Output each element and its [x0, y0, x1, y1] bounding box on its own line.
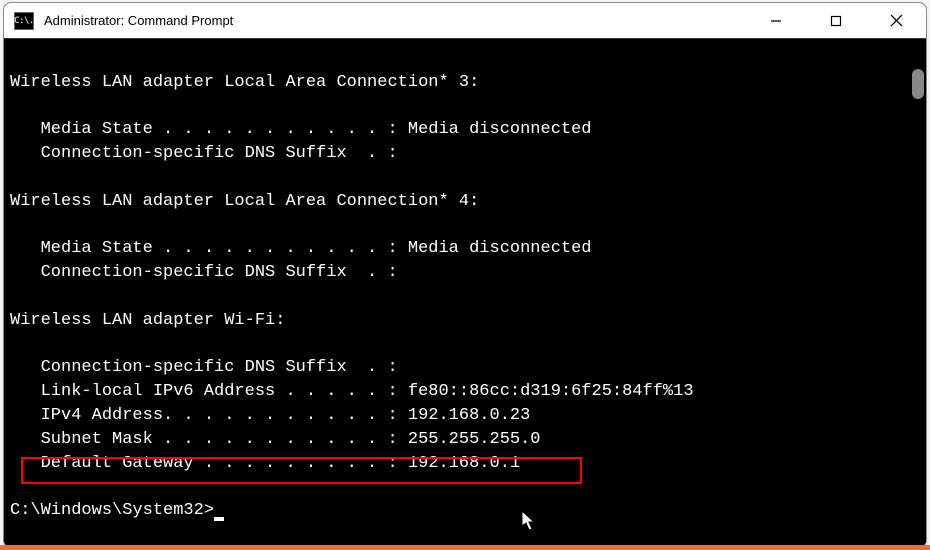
ipv6-label: Link-local IPv6 Address . . . . . : [10, 382, 408, 401]
adapter2-header: Wireless LAN adapter Local Area Connecti… [10, 190, 920, 214]
media-state-value: Media disconnected [408, 120, 592, 139]
ipv6-value: fe80::86cc:d319:6f25:84ff%13 [408, 382, 694, 401]
close-icon [890, 14, 903, 27]
cursor-icon [214, 517, 224, 521]
media-state-label: Media State . . . . . . . . . . . : [10, 239, 408, 258]
window-controls [746, 3, 926, 38]
blank-line [10, 214, 920, 238]
adapter2-dns-suffix: Connection-specific DNS Suffix . : [10, 261, 920, 285]
maximize-button[interactable] [806, 3, 866, 38]
ipv4-value: 192.168.0.23 [408, 406, 530, 425]
blank-line [10, 95, 920, 119]
adapter2-media-state: Media State . . . . . . . . . . . : Medi… [10, 237, 920, 261]
blank-line [10, 285, 920, 309]
blank-line [10, 47, 920, 71]
blank-line [10, 333, 920, 357]
blank-line [10, 475, 920, 499]
window-titlebar[interactable]: C:\. Administrator: Command Prompt [4, 3, 926, 39]
ipv4-label: IPv4 Address. . . . . . . . . . . : [10, 406, 408, 425]
window-title: Administrator: Command Prompt [44, 13, 746, 28]
minimize-button[interactable] [746, 3, 806, 38]
media-state-value: Media disconnected [408, 239, 592, 258]
terminal-output[interactable]: Wireless LAN adapter Local Area Connecti… [4, 39, 926, 547]
adapter3-ipv4: IPv4 Address. . . . . . . . . . . : 192.… [10, 404, 920, 428]
minimize-icon [770, 15, 782, 27]
scrollbar-track[interactable] [910, 39, 926, 547]
prompt-line: C:\Windows\System32> [10, 499, 920, 523]
adapter1-header: Wireless LAN adapter Local Area Connecti… [10, 71, 920, 95]
adapter3-gateway: Default Gateway . . . . . . . . . : 192.… [10, 452, 920, 476]
gateway-value: 192.168.0.1 [408, 454, 520, 473]
prompt-text: C:\Windows\System32> [10, 501, 214, 520]
adapter3-header: Wireless LAN adapter Wi-Fi: [10, 309, 920, 333]
blank-line [10, 166, 920, 190]
adapter1-media-state: Media State . . . . . . . . . . . : Medi… [10, 118, 920, 142]
adapter3-dns-suffix: Connection-specific DNS Suffix . : [10, 356, 920, 380]
adapter3-ipv6: Link-local IPv6 Address . . . . . : fe80… [10, 380, 920, 404]
command-prompt-window: C:\. Administrator: Command Prompt Wirel… [3, 2, 927, 548]
adapter1-dns-suffix: Connection-specific DNS Suffix . : [10, 142, 920, 166]
close-button[interactable] [866, 3, 926, 38]
subnet-label: Subnet Mask . . . . . . . . . . . : [10, 430, 408, 449]
app-icon: C:\. [14, 12, 34, 30]
subnet-value: 255.255.255.0 [408, 430, 541, 449]
bottom-accent-strip [0, 545, 930, 550]
adapter3-subnet: Subnet Mask . . . . . . . . . . . : 255.… [10, 428, 920, 452]
media-state-label: Media State . . . . . . . . . . . : [10, 120, 408, 139]
scrollbar-thumb[interactable] [912, 69, 924, 99]
gateway-label: Default Gateway . . . . . . . . . : [10, 454, 408, 473]
maximize-icon [830, 15, 842, 27]
